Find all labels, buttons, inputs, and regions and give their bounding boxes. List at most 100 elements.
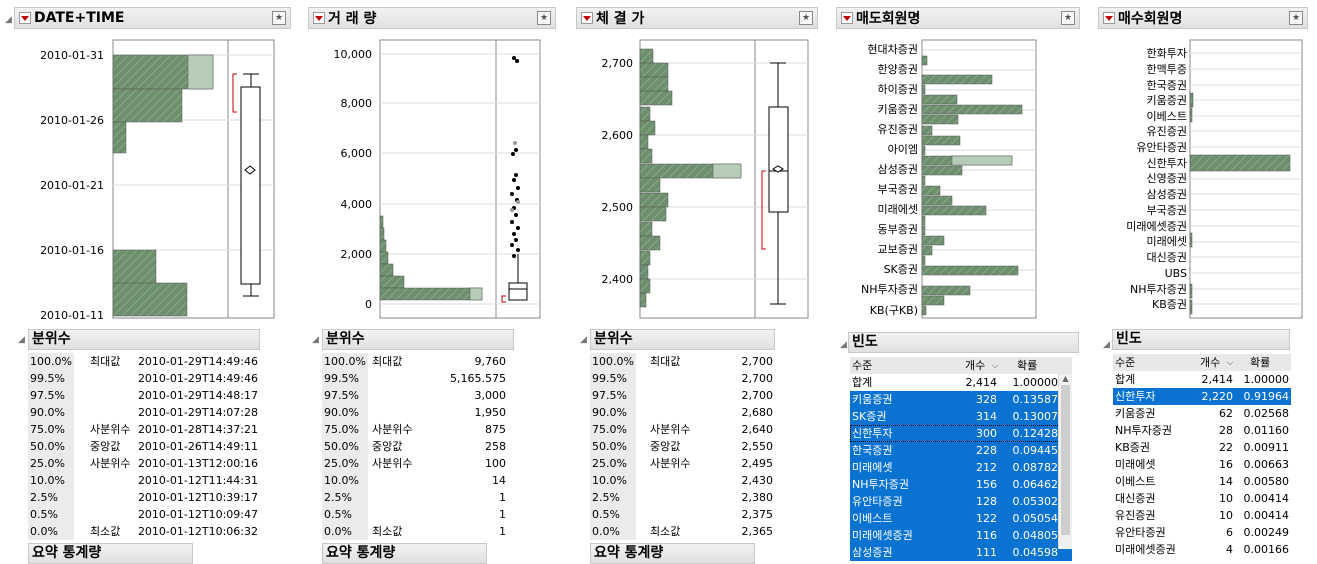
column-header[interactable]: DATE+TIME ★ <box>14 7 291 29</box>
star-icon[interactable]: ★ <box>537 11 551 25</box>
histogram-plot: 2010-01-31 2010-01-26 2010-01-21 2010-01… <box>40 39 275 322</box>
collapse-icon[interactable]: ◢ <box>580 335 587 345</box>
table-row[interactable]: 신한투자 2,220 0.91964 <box>1113 388 1291 405</box>
scrollbar-thumb[interactable] <box>1061 385 1070 535</box>
collapse-icon[interactable]: ◢ <box>18 335 25 345</box>
table-row[interactable]: 신한투자 300 0.12428 <box>850 425 1072 442</box>
table-row: 0.0% 최소값 1 <box>322 523 506 540</box>
table-row[interactable]: 미래에셋증권 116 0.04805 <box>850 527 1072 544</box>
y-tick-label: 2010-01-26 <box>40 114 104 127</box>
table-row[interactable]: 한국증권 228 0.09445 <box>850 442 1072 459</box>
star-icon[interactable]: ★ <box>272 11 286 25</box>
table-row[interactable]: 합계 2,414 1.00000 <box>850 374 1072 391</box>
table-row: 25.0% 사분위수 2,495 <box>590 455 773 472</box>
frequency-header[interactable]: 빈도 <box>848 332 1079 353</box>
table-row: 75.0% 사분위수 2,640 <box>590 421 773 438</box>
y-tick-label: 2,400 <box>602 273 634 286</box>
table-row[interactable]: 키움증권 62 0.02568 <box>1113 405 1291 422</box>
y-tick-label: 2,000 <box>341 248 373 261</box>
summary-stats-header[interactable]: 요약 통계량 <box>322 543 487 564</box>
bar-label: 한화투자 <box>1147 47 1187 60</box>
bar-label: 부국증권 <box>1147 204 1187 217</box>
table-row: 100.0% 최대값 9,760 <box>322 353 506 370</box>
bar-chart: 현대차증권 한양증권 하이증권 키움증권 유진증권 아이엠 삼성증권 부국증권 … <box>861 39 1037 319</box>
column-header[interactable]: 매수회원명 ★ <box>1098 7 1308 29</box>
bar-label: 부국증권 <box>878 183 918 196</box>
y-tick-label: 2010-01-11 <box>40 309 104 322</box>
table-row: 90.0% 1,950 <box>322 404 506 421</box>
table-row[interactable]: NH투자증권 28 0.01160 <box>1113 422 1291 439</box>
red-triangle-menu-icon[interactable] <box>19 12 31 24</box>
table-row: 2.5% 2010-01-12T10:39:17 <box>28 489 258 506</box>
bar-label: 동부증권 <box>878 223 918 236</box>
collapse-icon[interactable]: ◢ <box>1103 340 1110 350</box>
table-row: 100.0% 최대값 2,700 <box>590 353 773 370</box>
collapse-icon[interactable]: ◢ <box>5 15 12 25</box>
table-row[interactable]: 키움증권 328 0.13587 <box>850 391 1072 408</box>
column-header[interactable]: 체 결 가 ★ <box>576 7 818 29</box>
table-row: 10.0% 2,430 <box>590 472 773 489</box>
table-row: 50.0% 중앙값 2,550 <box>590 438 773 455</box>
table-row[interactable]: 유안타증권 6 0.00249 <box>1113 524 1291 541</box>
bar-label: 유진증권 <box>878 123 918 136</box>
bar-chart: 한화투자 한맥투증 한국증권 키움증권 이베스트 유진증권 유안타증권 신한투자… <box>1126 39 1303 319</box>
quantiles-header[interactable]: 분위수 <box>590 329 775 350</box>
table-row: 99.5% 2,700 <box>590 370 773 387</box>
table-row[interactable]: 이베스트 122 0.05054 <box>850 510 1072 527</box>
y-tick-label: 10,000 <box>334 48 373 61</box>
column-title: 거 래 량 <box>328 11 377 27</box>
table-row[interactable]: 유진증권 10 0.00414 <box>1113 507 1291 524</box>
table-row: 25.0% 사분위수 2010-01-13T12:00:16 <box>28 455 258 472</box>
y-tick-label: 0 <box>365 298 372 311</box>
bar-label: 신한투자 <box>1147 157 1187 170</box>
bar-label: 키움증권 <box>1147 94 1187 107</box>
red-triangle-menu-icon[interactable] <box>1103 12 1115 24</box>
y-tick-label: 2010-01-16 <box>40 244 104 257</box>
table-row[interactable]: 미래에셋 212 0.08782 <box>850 459 1072 476</box>
table-row[interactable]: 합계 2,414 1.00000 <box>1113 371 1291 388</box>
histogram-bar-selected <box>187 54 214 90</box>
bar-label: 하이증권 <box>878 82 918 96</box>
table-row[interactable]: 대신증권 10 0.00414 <box>1113 490 1291 507</box>
table-row[interactable]: KB증권 22 0.00911 <box>1113 439 1291 456</box>
histogram-bar <box>112 88 183 123</box>
frequency-table: 수준 개수 ⌵ 확률 합계 2,414 1.00000 신한투자 2,220 0.91964 … <box>1113 354 1291 558</box>
frequency-header[interactable]: 빈도 <box>1112 329 1290 350</box>
column-header[interactable]: 거 래 량 ★ <box>308 7 556 29</box>
histogram-bar <box>112 121 127 154</box>
red-triangle-menu-icon[interactable] <box>841 12 853 24</box>
bar-label: UBS <box>1165 267 1187 280</box>
table-row: 99.5% 2010-01-29T14:49:46 <box>28 370 258 387</box>
bar-label: 이베스트 <box>1147 110 1187 123</box>
quantiles-table: 100.0% 최대값 9,760 99.5% 5,165.575 97.5% 3,000… <box>322 353 508 540</box>
star-icon[interactable]: ★ <box>1289 11 1303 25</box>
summary-stats-header[interactable]: 요약 통계량 <box>28 543 193 564</box>
star-icon[interactable]: ★ <box>1061 11 1075 25</box>
table-row[interactable]: SK증권 314 0.13007 <box>850 408 1072 425</box>
quantiles-header[interactable]: 분위수 <box>322 329 514 350</box>
table-row[interactable]: 미래에셋 16 0.00663 <box>1113 456 1291 473</box>
quantiles-table: 100.0% 최대값 2010-01-29T14:49:46 99.5% 2010-0… <box>28 353 260 540</box>
scrollbar[interactable]: ▲ <box>1058 374 1072 549</box>
table-row: 50.0% 중앙값 2010-01-26T14:49:11 <box>28 438 258 455</box>
collapse-icon[interactable]: ◢ <box>312 335 319 345</box>
table-row: 10.0% 14 <box>322 472 506 489</box>
column-header[interactable]: 매도회원명 ★ <box>836 7 1080 29</box>
bar-label: NH투자증권 <box>861 283 918 296</box>
table-row: 25.0% 사분위수 100 <box>322 455 506 472</box>
table-row[interactable]: NH투자증권 156 0.06462 <box>850 476 1072 493</box>
table-header-row: 수준 개수 ⌵ 확률 <box>850 357 1072 374</box>
scroll-up-icon[interactable]: ▲ <box>1059 374 1072 383</box>
table-row[interactable]: 미래에셋증권 4 0.00166 <box>1113 541 1291 558</box>
histogram-plot: 2,700 2,600 2,500 2,400 <box>602 39 809 319</box>
collapse-icon[interactable]: ◢ <box>840 340 847 350</box>
red-triangle-menu-icon[interactable] <box>313 12 325 24</box>
table-row[interactable]: 유안타증권 128 0.05302 <box>850 493 1072 510</box>
star-icon[interactable]: ★ <box>799 11 813 25</box>
table-row[interactable]: 삼성증권 111 0.04598 <box>850 544 1072 561</box>
red-triangle-menu-icon[interactable] <box>581 12 593 24</box>
summary-stats-header[interactable]: 요약 통계량 <box>590 543 755 564</box>
histogram-plot: 10,000 8,000 6,000 4,000 2,000 0 <box>334 39 541 319</box>
table-row[interactable]: 이베스트 14 0.00580 <box>1113 473 1291 490</box>
quantiles-header[interactable]: 분위수 <box>28 329 260 350</box>
